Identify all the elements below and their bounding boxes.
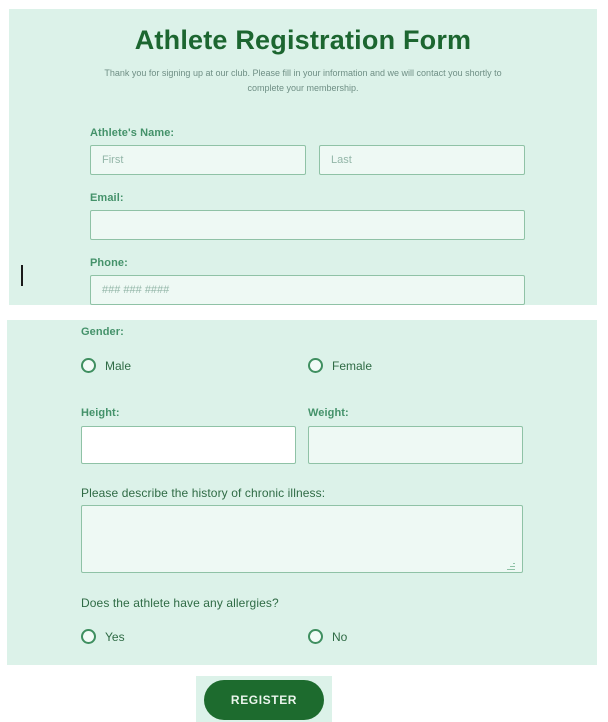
allergies-option-no[interactable]: No — [308, 629, 347, 644]
chronic-illness-label: Please describe the history of chronic i… — [81, 486, 326, 500]
gender-option-male-label: Male — [105, 358, 132, 373]
phone-label: Phone: — [90, 257, 128, 269]
gender-option-male[interactable]: Male — [81, 358, 131, 373]
first-name-input[interactable] — [90, 145, 306, 175]
form-description: Thank you for signing up at our club. Pl… — [104, 68, 502, 93]
phone-input[interactable] — [90, 275, 525, 305]
gender-label: Gender: — [81, 326, 124, 338]
page-title: Athlete Registration Form — [134, 25, 472, 55]
chronic-illness-textarea[interactable] — [81, 505, 523, 573]
gender-option-female-label: Female — [332, 358, 373, 373]
email-input[interactable] — [90, 210, 525, 240]
weight-input[interactable] — [308, 426, 523, 464]
allergies-option-yes-label: Yes — [105, 629, 125, 644]
height-input[interactable] — [81, 426, 296, 464]
radio-circle-icon — [308, 629, 323, 644]
height-label: Height: — [81, 407, 120, 419]
register-button[interactable]: REGISTER — [204, 680, 324, 720]
allergies-label: Does the athlete have any allergies? — [81, 596, 279, 610]
weight-label: Weight: — [308, 407, 349, 419]
gender-option-female[interactable]: Female — [308, 358, 372, 373]
athlete-details-panel: Gender: Male Female Height: Weight: Plea… — [7, 320, 597, 665]
text-cursor-caret — [21, 265, 23, 286]
radio-circle-icon — [81, 629, 96, 644]
allergies-option-yes[interactable]: Yes — [81, 629, 125, 644]
radio-circle-icon — [81, 358, 96, 373]
email-label: Email: — [90, 192, 124, 204]
personal-information-panel: Athlete Registration Form Thank you for … — [9, 9, 597, 305]
radio-circle-icon — [308, 358, 323, 373]
last-name-input[interactable] — [319, 145, 525, 175]
athlete-name-label: Athlete's Name: — [90, 127, 175, 139]
allergies-option-no-label: No — [332, 629, 348, 644]
